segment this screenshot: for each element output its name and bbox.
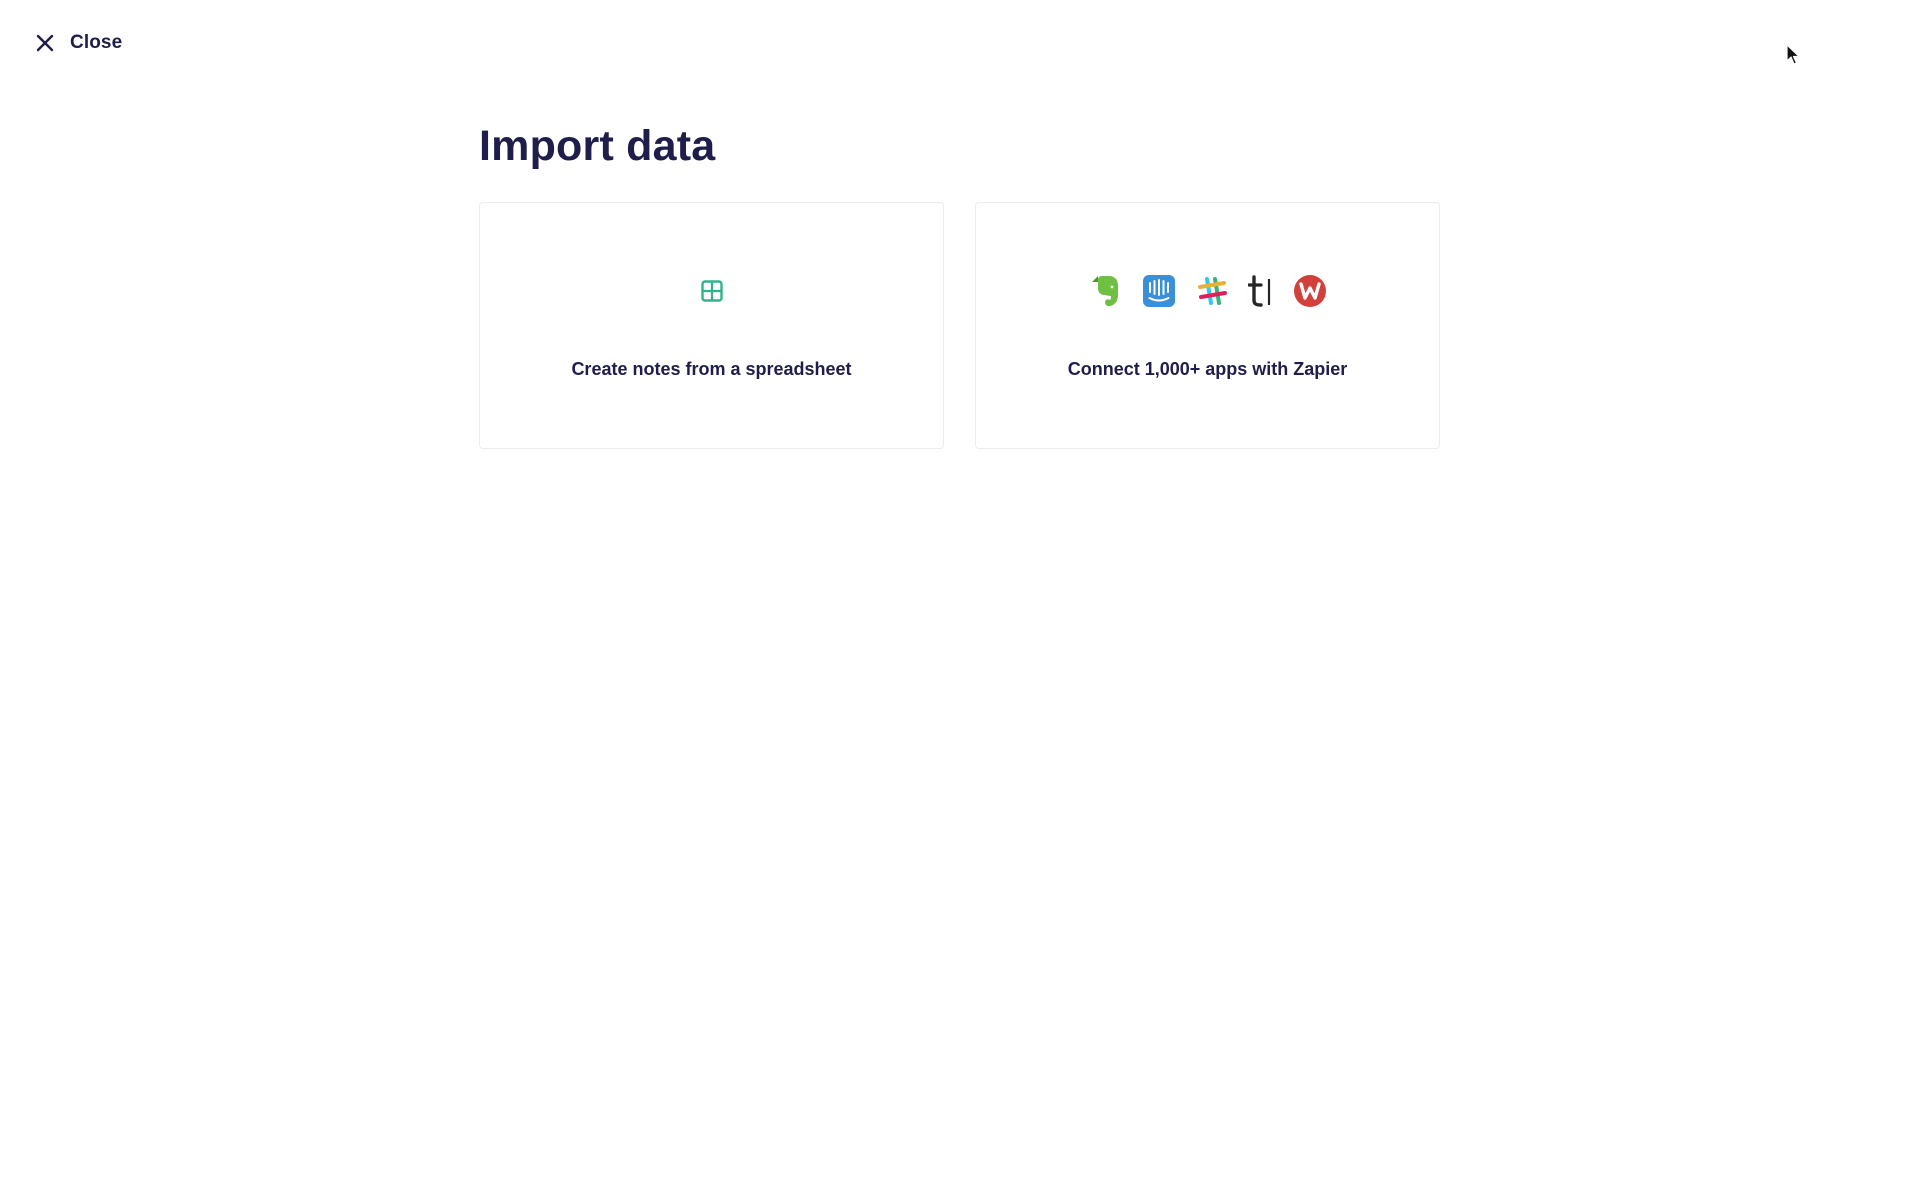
slack-icon	[1195, 274, 1229, 308]
card-label: Create notes from a spreadsheet	[571, 359, 852, 379]
wufoo-icon	[1293, 274, 1327, 308]
mouse-pointer-icon	[1786, 44, 1802, 71]
import-data-page: Close Import data Create notes from a sp…	[0, 0, 1920, 1200]
evernote-icon	[1089, 273, 1123, 309]
spreadsheet-import-card[interactable]: Create notes from a spreadsheet	[479, 202, 944, 449]
close-icon	[34, 32, 56, 54]
page-title: Import data	[479, 122, 716, 170]
close-label: Close	[70, 32, 123, 53]
spreadsheet-icon	[700, 279, 724, 303]
typeform-icon	[1247, 273, 1274, 309]
card-icon-row	[480, 273, 943, 309]
zapier-import-card[interactable]: Connect 1,000+ apps with Zapier	[975, 202, 1440, 449]
close-button[interactable]: Close	[34, 28, 122, 58]
card-label: Connect 1,000+ apps with Zapier	[1067, 359, 1348, 379]
card-icon-row	[976, 273, 1439, 309]
intercom-icon	[1142, 274, 1176, 308]
